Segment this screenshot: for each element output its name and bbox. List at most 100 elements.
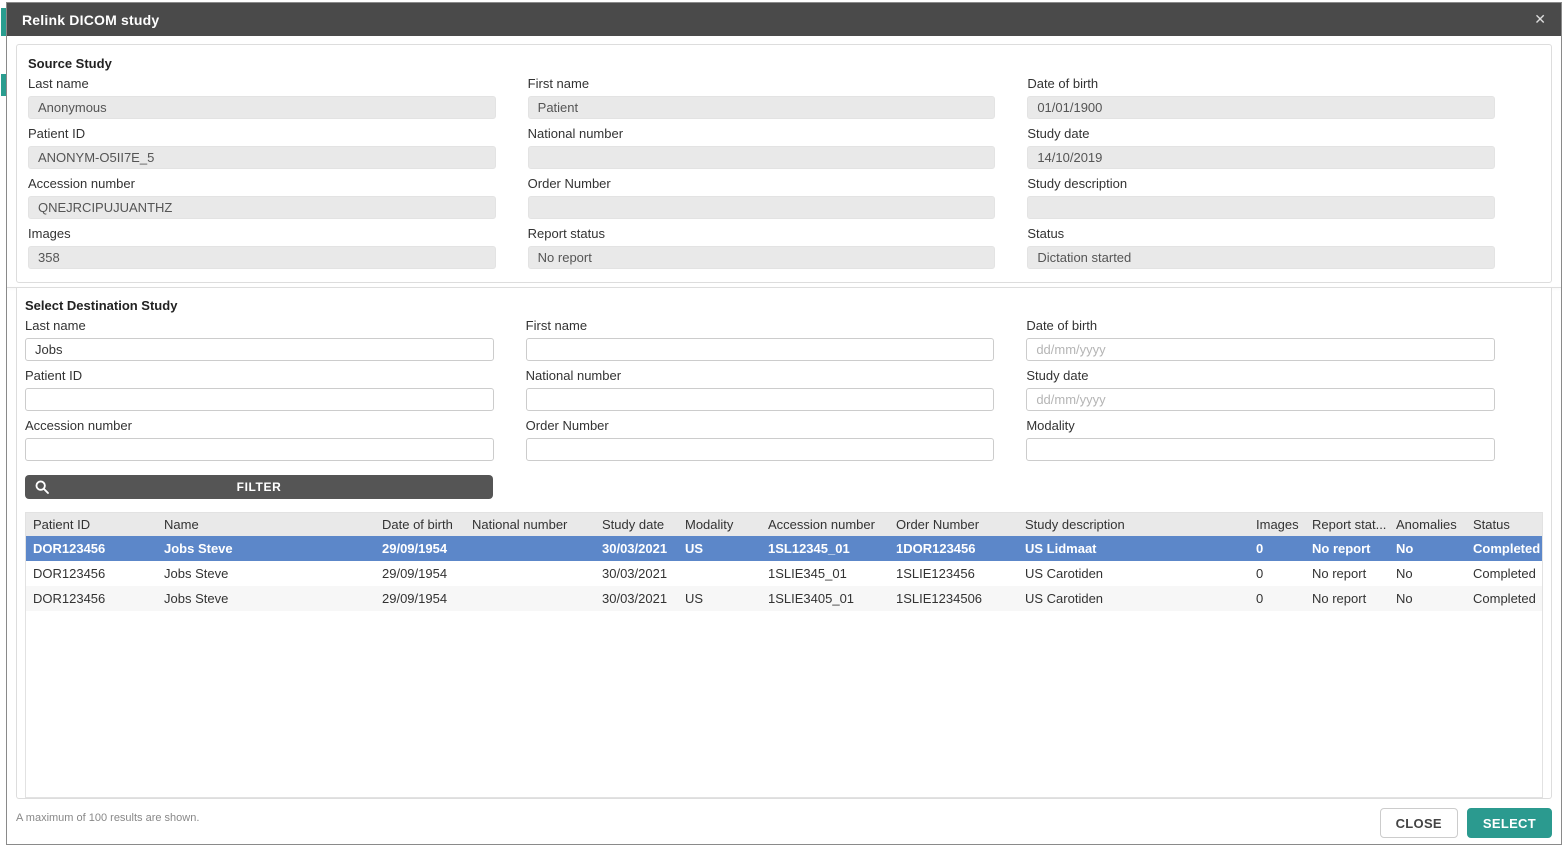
cell-accession-number: 1SLIE345_01: [761, 561, 889, 586]
col-header-report-status: Report stat...: [1305, 513, 1389, 536]
field-label: National number: [528, 126, 996, 141]
table-header-row: Patient ID Name Date of birth National n…: [26, 513, 1542, 536]
cell-date-of-birth: 29/09/1954: [375, 536, 465, 561]
source-national-number-field[interactable]: [528, 146, 996, 169]
dialog-content: Source Study Last name Patient ID Access…: [7, 36, 1561, 844]
filter-button[interactable]: FILTER: [25, 475, 493, 499]
destination-title: Select Destination Study: [25, 298, 1495, 313]
col-header-accession-number: Accession number: [761, 513, 889, 536]
col-header-date-of-birth: Date of birth: [375, 513, 465, 536]
field-label: Modality: [1026, 418, 1495, 433]
cell-images: 0: [1249, 586, 1305, 611]
cell-modality: US: [678, 586, 761, 611]
cell-study-date: 30/03/2021: [595, 561, 678, 586]
source-last-name-field[interactable]: [28, 96, 496, 119]
select-button[interactable]: SELECT: [1467, 808, 1552, 838]
source-study-grid: Last name Patient ID Accession number: [28, 74, 1495, 269]
table-row[interactable]: DOR123456 Jobs Steve 29/09/1954 30/03/20…: [26, 586, 1542, 611]
cell-order-number: 1DOR123456: [889, 536, 1018, 561]
cell-national-number: [465, 586, 595, 611]
cell-national-number: [465, 561, 595, 586]
field-label: Accession number: [25, 418, 494, 433]
source-study-title: Source Study: [28, 56, 1495, 71]
dest-accession-number-input[interactable]: [25, 438, 494, 461]
close-button[interactable]: CLOSE: [1380, 808, 1458, 838]
table-row-selected[interactable]: DOR123456 Jobs Steve 29/09/1954 30/03/20…: [26, 536, 1542, 561]
cell-name: Jobs Steve: [157, 561, 375, 586]
field-label: Patient ID: [28, 126, 496, 141]
field-label: Order Number: [528, 176, 996, 191]
field-label: Study date: [1027, 126, 1495, 141]
cell-modality: [678, 561, 761, 586]
cell-date-of-birth: 29/09/1954: [375, 586, 465, 611]
source-report-status-field[interactable]: [528, 246, 996, 269]
source-date-of-birth-field[interactable]: [1027, 96, 1495, 119]
dialog-title: Relink DICOM study: [7, 12, 159, 28]
cell-status: Completed: [1466, 586, 1542, 611]
source-patient-id-field[interactable]: [28, 146, 496, 169]
cell-patient-id: DOR123456: [26, 586, 157, 611]
source-status-field[interactable]: [1027, 246, 1495, 269]
source-accession-number-field[interactable]: [28, 196, 496, 219]
cell-study-date: 30/03/2021: [595, 536, 678, 561]
source-images-field[interactable]: [28, 246, 496, 269]
search-icon: [34, 479, 50, 498]
cell-report-status: No report: [1305, 536, 1389, 561]
cell-study-date: 30/03/2021: [595, 586, 678, 611]
field-label: Patient ID: [25, 368, 494, 383]
source-col-3: Date of birth Study date Study descripti…: [1027, 74, 1495, 269]
field-label: Last name: [25, 318, 494, 333]
cell-accession-number: 1SL12345_01: [761, 536, 889, 561]
cell-patient-id: DOR123456: [26, 561, 157, 586]
source-study-description-field[interactable]: [1027, 196, 1495, 219]
dest-study-date-input[interactable]: [1026, 388, 1495, 411]
field-label: First name: [526, 318, 995, 333]
col-header-order-number: Order Number: [889, 513, 1018, 536]
field-label: Accession number: [28, 176, 496, 191]
field-label: Status: [1027, 226, 1495, 241]
destination-grid-wrap: Select Destination Study Last name Patie…: [25, 298, 1495, 461]
col-header-anomalies: Anomalies: [1389, 513, 1466, 536]
source-col-1: Last name Patient ID Accession number: [28, 74, 496, 269]
field-label: Order Number: [526, 418, 995, 433]
col-header-study-date: Study date: [595, 513, 678, 536]
dialog-titlebar: Relink DICOM study ✕: [7, 3, 1561, 36]
source-order-number-field[interactable]: [528, 196, 996, 219]
col-header-study-description: Study description: [1018, 513, 1249, 536]
dest-modality-input[interactable]: [1026, 438, 1495, 461]
cell-images: 0: [1249, 536, 1305, 561]
cell-report-status: No report: [1305, 561, 1389, 586]
dialog-footer: A maximum of 100 results are shown. CLOS…: [16, 799, 1552, 838]
cell-name: Jobs Steve: [157, 536, 375, 561]
source-first-name-field[interactable]: [528, 96, 996, 119]
cell-order-number: 1SLIE1234506: [889, 586, 1018, 611]
destination-section: Select Destination Study Last name Patie…: [16, 288, 1552, 799]
table-row[interactable]: DOR123456 Jobs Steve 29/09/1954 30/03/20…: [26, 561, 1542, 586]
results-table-container: Patient ID Name Date of birth National n…: [25, 512, 1543, 798]
cell-report-status: No report: [1305, 586, 1389, 611]
dest-national-number-input[interactable]: [526, 388, 995, 411]
dest-first-name-input[interactable]: [526, 338, 995, 361]
field-label: Report status: [528, 226, 996, 241]
dest-patient-id-input[interactable]: [25, 388, 494, 411]
cell-study-description: US Carotiden: [1018, 561, 1249, 586]
dest-date-of-birth-input[interactable]: [1026, 338, 1495, 361]
col-header-status: Status: [1466, 513, 1542, 536]
field-label: Date of birth: [1027, 76, 1495, 91]
cell-accession-number: 1SLIE3405_01: [761, 586, 889, 611]
field-label: Date of birth: [1026, 318, 1495, 333]
source-col-2: First name National number Order Number: [528, 74, 996, 269]
source-study-date-field[interactable]: [1027, 146, 1495, 169]
cell-order-number: 1SLIE123456: [889, 561, 1018, 586]
col-header-images: Images: [1249, 513, 1305, 536]
destination-col-2: First name National number Order Number: [526, 316, 995, 461]
cell-study-description: US Carotiden: [1018, 586, 1249, 611]
source-study-section: Source Study Last name Patient ID Access…: [16, 44, 1552, 283]
dest-last-name-input[interactable]: [25, 338, 494, 361]
destination-col-1: Last name Patient ID Accession number: [25, 316, 494, 461]
dest-order-number-input[interactable]: [526, 438, 995, 461]
filter-button-label: FILTER: [237, 480, 282, 494]
close-icon[interactable]: ✕: [1519, 3, 1561, 36]
cell-images: 0: [1249, 561, 1305, 586]
cell-name: Jobs Steve: [157, 586, 375, 611]
